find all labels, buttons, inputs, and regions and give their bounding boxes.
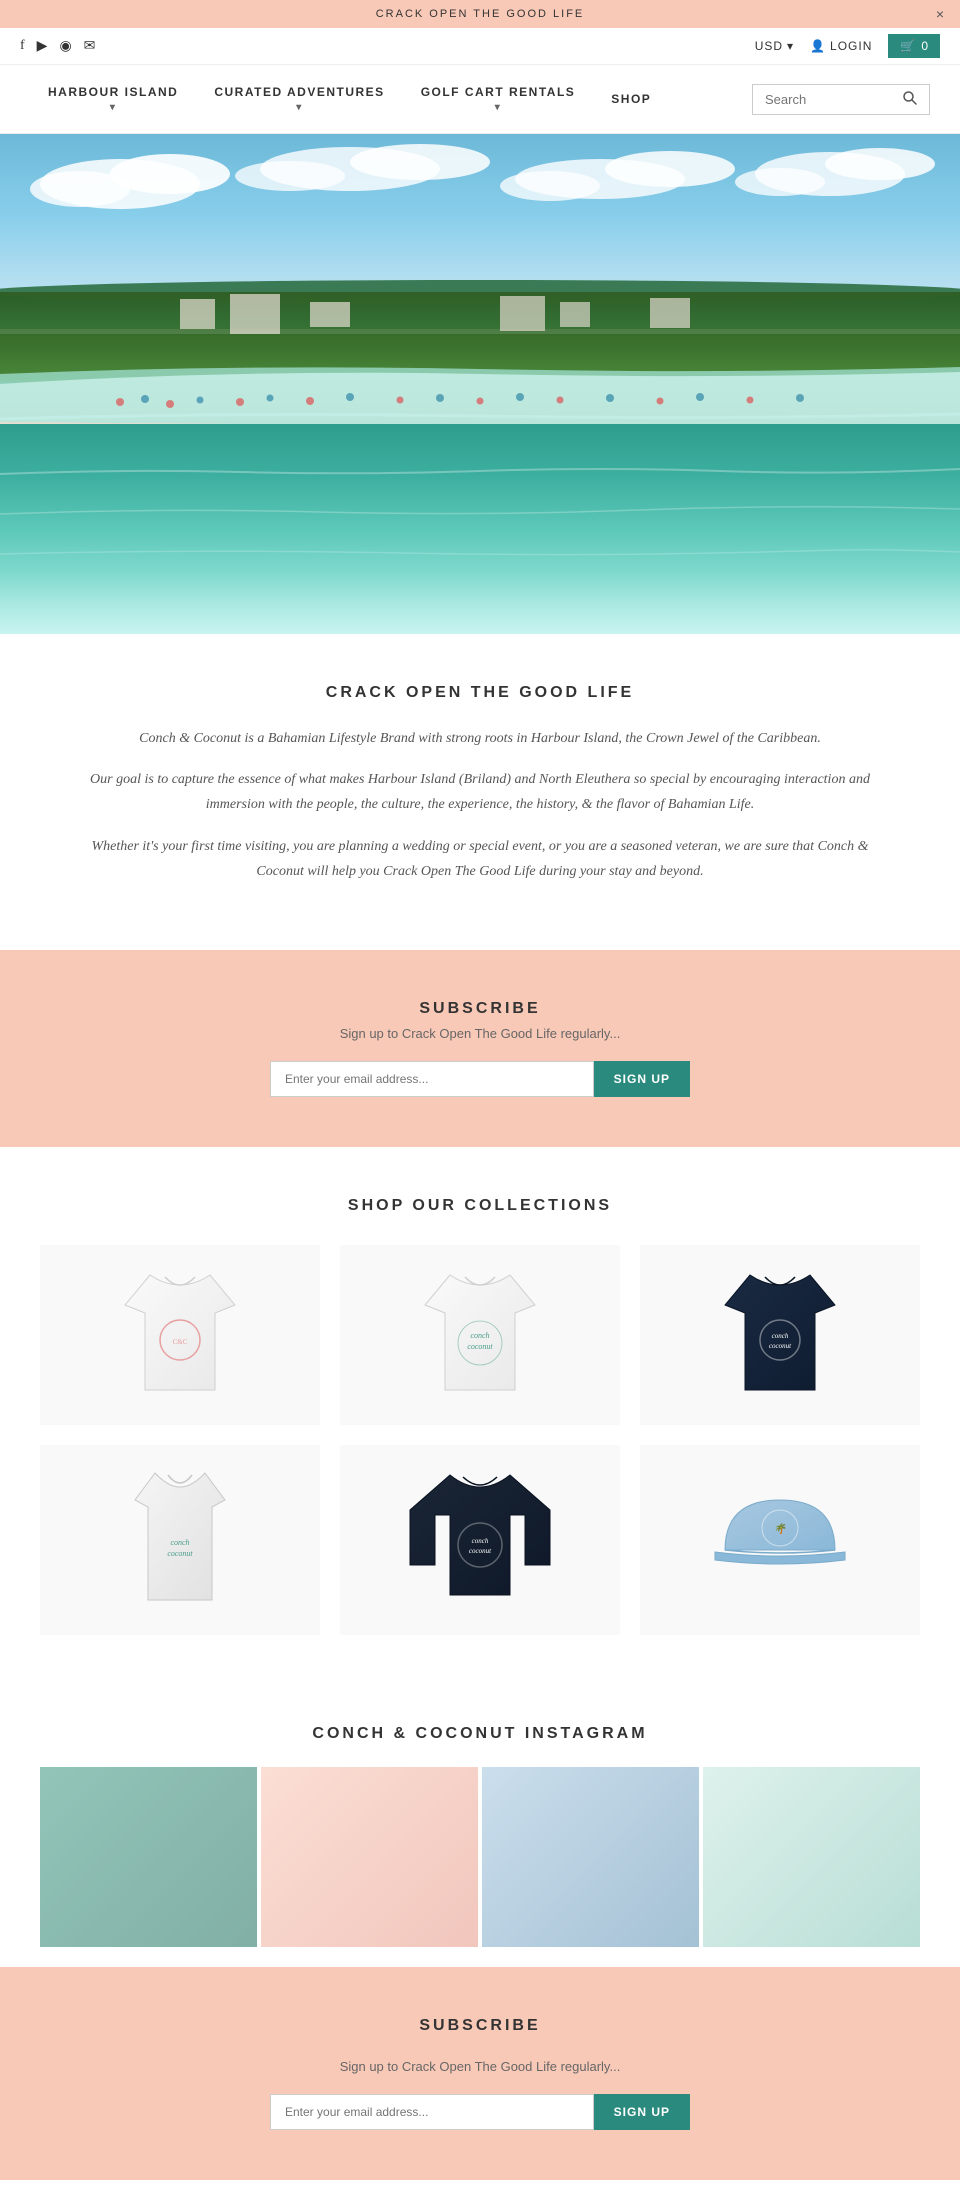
subscribe-form: SIGN UP [270,1061,690,1097]
login-icon: 👤 [810,39,826,53]
shop-title: SHOP OUR COLLECTIONS [40,1197,920,1215]
main-content-p3: Whether it's your first time visiting, y… [80,834,880,884]
subscribe-section: SUBSCRIBE Sign up to Crack Open The Good… [0,950,960,1147]
shop-section: SHOP OUR COLLECTIONS C&C [0,1147,960,1685]
utility-bar: f ▶ ◉ ✉ USD ▾ 👤 LOGIN 🛒 0 [0,28,960,65]
bottom-subscribe-subtitle: Sign up to Crack Open The Good Life regu… [80,2059,880,2074]
harbour-island-chevron [110,102,117,113]
instagram-icon[interactable]: ◉ [59,38,71,55]
close-announcement-button[interactable]: × [936,6,944,22]
svg-text:🌴: 🌴 [774,1522,788,1535]
cart-icon: 🛒 [900,39,915,53]
product-card-4[interactable]: conch coconut [40,1445,320,1635]
currency-label: USD [755,39,783,53]
bottom-subscribe-email-input[interactable] [270,2094,594,2130]
main-content-title: CRACK OPEN THE GOOD LIFE [80,684,880,702]
announcement-text: CRACK OPEN THE GOOD LIFE [376,8,585,20]
youtube-icon[interactable]: ▶ [37,38,48,55]
subscribe-subtitle: Sign up to Crack Open The Good Life regu… [80,1026,880,1041]
social-icons: f ▶ ◉ ✉ [20,38,95,55]
email-icon[interactable]: ✉ [84,38,96,55]
announcement-bar: CRACK OPEN THE GOOD LIFE × [0,0,960,28]
main-content-p2: Our goal is to capture the essence of wh… [80,767,880,817]
products-grid: C&C conch coconut [40,1245,920,1635]
svg-text:C&C: C&C [173,1338,188,1346]
login-label: LOGIN [830,39,872,53]
utility-right: USD ▾ 👤 LOGIN 🛒 0 [755,34,940,58]
search-bar[interactable] [752,84,930,115]
search-icon-button[interactable] [903,91,917,108]
nav-curated-adventures[interactable]: CURATED ADVENTURES [196,75,402,123]
main-content-p1: Conch & Coconut is a Bahamian Lifestyle … [80,726,880,751]
signup-button[interactable]: SIGN UP [594,1061,690,1097]
currency-selector[interactable]: USD ▾ [755,39,794,53]
nav-links: HARBOUR ISLAND CURATED ADVENTURES GOLF C… [30,75,669,123]
nav-shop[interactable]: SHOP [593,82,669,116]
svg-text:coconut: coconut [469,1547,492,1555]
svg-text:conch: conch [470,1331,489,1340]
product-card-1[interactable]: C&C [40,1245,320,1425]
main-content-section: CRACK OPEN THE GOOD LIFE Conch & Coconut… [0,634,960,950]
svg-text:coconut: coconut [167,1549,193,1558]
login-button[interactable]: 👤 LOGIN [810,39,872,53]
cart-button[interactable]: 🛒 0 [888,34,940,58]
curated-adventures-chevron [296,102,303,113]
footer-space [0,2180,960,2200]
main-navigation: HARBOUR ISLAND CURATED ADVENTURES GOLF C… [0,65,960,134]
bottom-signup-button[interactable]: SIGN UP [594,2094,690,2130]
instagram-section: CONCH & COCONUT INSTAGRAM [0,1685,960,1967]
currency-chevron: ▾ [787,39,794,53]
instagram-title: CONCH & COCONUT INSTAGRAM [40,1725,920,1743]
product-card-3[interactable]: conch coconut [640,1245,920,1425]
golf-cart-rentals-chevron [495,102,502,113]
svg-text:conch: conch [772,1332,789,1340]
facebook-icon[interactable]: f [20,38,25,54]
product-card-6[interactable]: 🌴 [640,1445,920,1635]
subscribe-title: SUBSCRIBE [80,1000,880,1018]
cart-count: 0 [921,39,928,53]
search-input[interactable] [765,92,895,107]
bottom-subscribe-section: SUBSCRIBE Sign up to Crack Open The Good… [0,1967,960,2180]
bottom-subscribe-form: SIGN UP [270,2094,690,2130]
subscribe-email-input[interactable] [270,1061,594,1097]
nav-harbour-island[interactable]: HARBOUR ISLAND [30,75,196,123]
hero-section [0,134,960,634]
bottom-subscribe-title: SUBSCRIBE [80,2017,880,2035]
svg-text:coconut: coconut [467,1342,493,1351]
hero-image [0,134,960,634]
product-card-5[interactable]: conch coconut [340,1445,620,1635]
product-card-2[interactable]: conch coconut [340,1245,620,1425]
svg-text:coconut: coconut [769,1342,792,1350]
nav-golf-cart-rentals[interactable]: GOLF CART RENTALS [403,75,594,123]
svg-text:conch: conch [170,1538,189,1547]
svg-text:conch: conch [472,1537,489,1545]
